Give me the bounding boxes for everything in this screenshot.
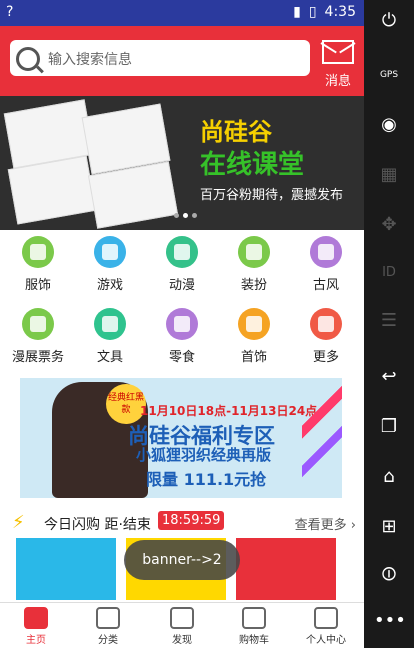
lightning-icon: ⚡ [12, 512, 25, 533]
recent-apps-icon[interactable]: ❐ [374, 412, 404, 442]
id-icon[interactable]: ID [374, 258, 404, 288]
decor-stripes [302, 378, 342, 498]
flash-title: 今日闪购 距·结束 [44, 517, 151, 533]
category-item[interactable]: 服饰 [8, 232, 68, 298]
category-label: 文具 [96, 350, 123, 365]
category-icon [94, 236, 126, 268]
flash-item[interactable] [236, 538, 336, 600]
gps-icon[interactable]: GPS [374, 60, 404, 90]
power-button-icon[interactable]: ⏼ [374, 560, 404, 590]
back-icon[interactable]: ↩ [374, 362, 404, 392]
category-label: 漫展票务 [11, 350, 64, 365]
category-item[interactable]: 更多 [296, 304, 356, 370]
toast-message: banner-->2 [124, 540, 240, 580]
clapper-icon[interactable]: ▦ [374, 160, 404, 190]
promo-subtitle: 小狐狸羽织经典再版 [136, 446, 272, 464]
power-icon[interactable]: ⏻ [374, 6, 404, 36]
category-label: 装扮 [240, 278, 267, 293]
banner-brand: 尚硅谷 [200, 118, 272, 146]
category-label: 零食 [168, 350, 195, 365]
tab-profile[interactable]: 个人中心 [290, 603, 362, 648]
flash-sale-header: ⚡ 今日闪购 距·结束 18:59:59 查看更多 › [0, 508, 364, 538]
grid-search-icon [96, 607, 120, 629]
category-icon [166, 308, 198, 340]
promo-banner[interactable]: 经典红黑款 11月10日18点-11月13日24点 尚硅谷福利专区 小狐狸羽织经… [20, 378, 342, 498]
cart-icon [242, 607, 266, 629]
emulator-sidebar: ⏻ GPS ◉ ▦ ✥ ID ☰ ↩ ❐ ⌂ ⊞ ⏼ ••• [364, 0, 414, 648]
top-bar: 输入搜索信息 消息 [0, 26, 364, 96]
user-icon [314, 607, 338, 629]
flash-item[interactable] [16, 538, 116, 600]
tab-discover[interactable]: 发现 [146, 603, 218, 648]
banner-carousel[interactable]: 尚硅谷 在线课堂 百万谷粉期待，震撼发布 [0, 96, 364, 230]
category-label: 古风 [312, 278, 339, 293]
carousel-dot [174, 213, 179, 218]
tab-cart[interactable]: 购物车 [218, 603, 290, 648]
category-icon [310, 236, 342, 268]
category-item[interactable]: 动漫 [152, 232, 212, 298]
battery-icon: ▯ [308, 4, 317, 20]
rotate-icon[interactable]: ⊞ [374, 512, 404, 542]
banner-title: 在线课堂 [200, 150, 305, 180]
home-icon[interactable]: ⌂ [374, 462, 404, 492]
category-label: 服饰 [24, 278, 51, 293]
tab-label: 发现 [172, 635, 192, 646]
promo-price: 限量 111.1元抢 [146, 470, 267, 489]
tab-label: 购物车 [239, 635, 269, 646]
see-more-link[interactable]: 查看更多 › [295, 514, 356, 533]
wifi-icon: ? [6, 4, 14, 20]
search-placeholder: 输入搜索信息 [48, 52, 132, 68]
bottom-navigation: 主页 分类 发现 购物车 个人中心 [0, 602, 364, 648]
status-time: 4:35 [324, 4, 356, 20]
category-item[interactable]: 首饰 [224, 304, 284, 370]
tab-label: 个人中心 [306, 635, 346, 646]
signal-icon: ▮ [293, 4, 301, 20]
category-item[interactable]: 文具 [80, 304, 140, 370]
category-item[interactable]: 游戏 [80, 232, 140, 298]
carousel-dot [192, 213, 197, 218]
tab-home[interactable]: 主页 [0, 603, 72, 648]
carousel-dot [183, 213, 188, 218]
rss-icon[interactable]: ☰ [374, 306, 404, 336]
category-icon [22, 308, 54, 340]
tab-category[interactable]: 分类 [72, 603, 144, 648]
category-item[interactable]: 装扮 [224, 232, 284, 298]
category-label: 游戏 [96, 278, 123, 293]
category-icon [238, 308, 270, 340]
category-item[interactable]: 古风 [296, 232, 356, 298]
home-icon [24, 607, 48, 629]
category-label: 首饰 [240, 350, 267, 365]
category-icon [238, 236, 270, 268]
message-button[interactable]: 消息 [318, 36, 358, 90]
move-icon[interactable]: ✥ [374, 210, 404, 240]
category-icon [22, 236, 54, 268]
envelope-icon [322, 40, 354, 64]
camera-icon[interactable]: ◉ [374, 110, 404, 140]
category-icon [166, 236, 198, 268]
category-icon [310, 308, 342, 340]
category-grid: 服饰 游戏 动漫 装扮 古风 漫展票务 文具 零食 首饰 更多 [0, 232, 364, 368]
app-screen: ? ▮ ▯ 4:35 输入搜索信息 消息 尚硅谷 在线课堂 百万谷粉期待，震撼发… [0, 0, 364, 648]
countdown-timer: 18:59:59 [158, 511, 225, 530]
status-bar: ? ▮ ▯ 4:35 [0, 0, 364, 26]
category-icon [94, 308, 126, 340]
tab-label: 主页 [26, 635, 46, 646]
category-item[interactable]: 漫展票务 [8, 304, 68, 370]
banner-subtitle: 百万谷粉期待，震撼发布 [200, 188, 344, 203]
category-item[interactable]: 零食 [152, 304, 212, 370]
carousel-indicator [174, 213, 197, 218]
search-input[interactable]: 输入搜索信息 [10, 40, 310, 76]
promo-date: 11月10日18点-11月13日24点 [140, 404, 318, 418]
more-icon[interactable]: ••• [374, 606, 406, 636]
tab-label: 分类 [98, 635, 118, 646]
category-label: 动漫 [168, 278, 195, 293]
search-icon [16, 47, 40, 71]
discover-icon [170, 607, 194, 629]
category-label: 更多 [312, 350, 339, 365]
message-label: 消息 [324, 74, 351, 89]
